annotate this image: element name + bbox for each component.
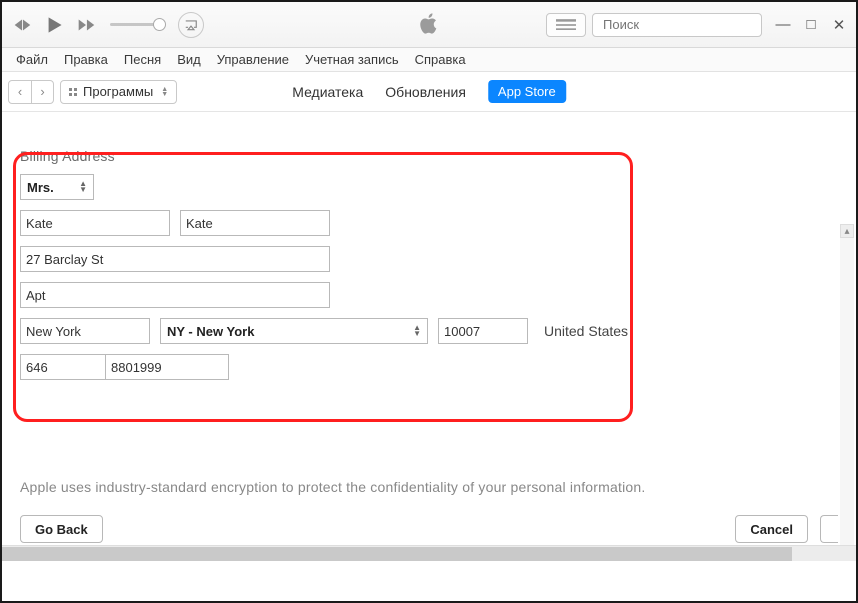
menu-file[interactable]: Файл bbox=[8, 50, 56, 69]
phone-field[interactable] bbox=[105, 354, 229, 380]
tab-app-store[interactable]: App Store bbox=[488, 80, 566, 103]
horizontal-scrollbar[interactable] bbox=[2, 545, 856, 561]
airplay-button[interactable] bbox=[178, 12, 204, 38]
city-field[interactable] bbox=[20, 318, 150, 344]
privacy-text: Apple uses industry-standard encryption … bbox=[20, 479, 645, 495]
first-name-field[interactable] bbox=[20, 210, 170, 236]
toolbar: ‹ › Программы ▲▼ Медиатека Обновления Ap… bbox=[2, 72, 856, 112]
search-input[interactable] bbox=[603, 17, 779, 32]
menu-help[interactable]: Справка bbox=[407, 50, 474, 69]
media-controls bbox=[8, 11, 204, 39]
nav-buttons: ‹ › bbox=[8, 80, 54, 104]
apt-field[interactable] bbox=[20, 282, 330, 308]
maximize-button[interactable]: □ bbox=[802, 16, 820, 34]
search-box[interactable] bbox=[592, 13, 762, 37]
tab-library[interactable]: Медиатека bbox=[292, 84, 363, 100]
volume-knob[interactable] bbox=[153, 18, 166, 31]
close-button[interactable]: ✕ bbox=[830, 16, 848, 34]
nav-forward-button[interactable]: › bbox=[31, 81, 53, 103]
itunes-window: — □ ✕ Файл Правка Песня Вид Управление У… bbox=[0, 0, 858, 603]
titlebar: — □ ✕ bbox=[2, 2, 856, 48]
forward-button[interactable] bbox=[72, 11, 100, 39]
city-input[interactable] bbox=[26, 324, 144, 339]
menu-song[interactable]: Песня bbox=[116, 50, 169, 69]
rewind-button[interactable] bbox=[8, 11, 36, 39]
zip-input[interactable] bbox=[444, 324, 522, 339]
state-select[interactable]: NY - New York ▲▼ bbox=[160, 318, 428, 344]
last-name-field[interactable] bbox=[180, 210, 330, 236]
volume-slider[interactable] bbox=[110, 23, 164, 26]
menu-account[interactable]: Учетная запись bbox=[297, 50, 407, 69]
footer-buttons: Go Back Cancel bbox=[2, 515, 856, 543]
chevron-updown-icon: ▲▼ bbox=[413, 325, 421, 337]
play-button[interactable] bbox=[40, 11, 68, 39]
bottom-strip bbox=[2, 561, 856, 585]
street-field[interactable] bbox=[20, 246, 330, 272]
cancel-button[interactable]: Cancel bbox=[735, 515, 808, 543]
menu-view[interactable]: Вид bbox=[169, 50, 209, 69]
chevron-updown-icon: ▲▼ bbox=[79, 181, 87, 193]
billing-form: Billing Address Mrs. ▲▼ NY - N bbox=[12, 134, 846, 402]
hscroll-thumb[interactable] bbox=[2, 547, 792, 561]
country-label: United States bbox=[544, 323, 628, 339]
right-tools: — □ ✕ bbox=[546, 13, 850, 37]
last-name-input[interactable] bbox=[186, 216, 324, 231]
phone-input[interactable] bbox=[111, 360, 223, 375]
menu-edit[interactable]: Правка bbox=[56, 50, 116, 69]
street-input[interactable] bbox=[26, 252, 324, 267]
menubar: Файл Правка Песня Вид Управление Учетная… bbox=[2, 48, 856, 72]
scroll-up-icon[interactable]: ▴ bbox=[840, 224, 854, 238]
category-select[interactable]: Программы ▲▼ bbox=[60, 80, 177, 104]
minimize-button[interactable]: — bbox=[774, 16, 792, 34]
apps-grid-icon bbox=[69, 88, 77, 96]
first-name-input[interactable] bbox=[26, 216, 164, 231]
zip-field[interactable] bbox=[438, 318, 528, 344]
content-area: ▴ ▾ Billing Address Mrs. ▲▼ bbox=[2, 112, 856, 585]
category-label: Программы bbox=[83, 84, 153, 99]
area-code-input[interactable] bbox=[26, 360, 100, 375]
go-back-button[interactable]: Go Back bbox=[20, 515, 103, 543]
salutation-select[interactable]: Mrs. ▲▼ bbox=[20, 174, 94, 200]
window-controls: — □ ✕ bbox=[774, 16, 850, 34]
nav-back-button[interactable]: ‹ bbox=[9, 81, 31, 103]
salutation-value: Mrs. bbox=[27, 180, 54, 195]
tab-updates[interactable]: Обновления bbox=[385, 84, 466, 100]
menu-controls[interactable]: Управление bbox=[209, 50, 297, 69]
state-value: NY - New York bbox=[167, 324, 254, 339]
up-next-button[interactable] bbox=[546, 13, 586, 37]
chevron-updown-icon: ▲▼ bbox=[161, 87, 168, 97]
apple-logo-icon bbox=[416, 10, 442, 39]
billing-title: Billing Address bbox=[20, 148, 838, 164]
next-button-partial[interactable] bbox=[820, 515, 838, 543]
area-code-field[interactable] bbox=[20, 354, 105, 380]
apt-input[interactable] bbox=[26, 288, 324, 303]
tabs: Медиатека Обновления App Store bbox=[292, 80, 566, 103]
